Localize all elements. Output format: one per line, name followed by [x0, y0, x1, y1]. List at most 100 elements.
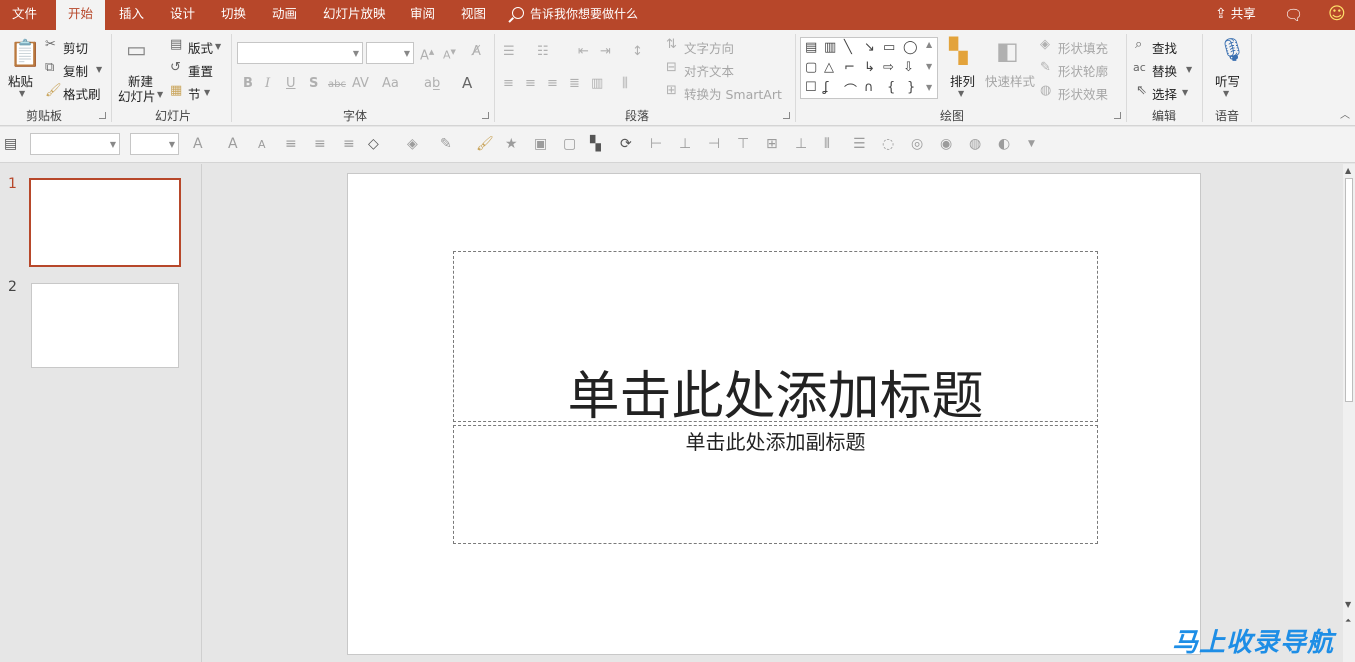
- section-dropdown-icon[interactable]: ▼: [204, 88, 210, 97]
- increase-font-icon[interactable]: A▲: [420, 45, 434, 63]
- grow-font-mini-icon[interactable]: A: [228, 136, 238, 152]
- vertical-textbox-shape-icon[interactable]: ▥: [824, 40, 836, 55]
- down-arrow-shape-icon[interactable]: ⇩: [903, 60, 914, 75]
- quick-styles-button[interactable]: 快速样式: [985, 71, 1035, 90]
- union-icon[interactable]: ◎: [911, 136, 923, 152]
- align-right-objects-icon[interactable]: ⊣: [708, 136, 720, 152]
- gallery-up-icon[interactable]: ▲: [926, 40, 932, 49]
- font-color-icon[interactable]: A: [462, 76, 472, 91]
- shadow-button[interactable]: S: [309, 77, 318, 91]
- distribute-vertical-icon[interactable]: ☰: [853, 136, 866, 152]
- tab-view[interactable]: 视图: [461, 0, 486, 30]
- paste-button[interactable]: 粘贴: [8, 71, 33, 90]
- line-shape-icon[interactable]: ╲: [844, 40, 852, 55]
- arrange-dropdown-icon[interactable]: ▼: [958, 89, 964, 98]
- align-center-icon[interactable]: ≡: [525, 77, 536, 91]
- arc-shape-icon[interactable]: ⌒: [844, 80, 857, 99]
- tab-animations[interactable]: 动画: [272, 0, 297, 30]
- align-text-button[interactable]: 对齐文本: [684, 61, 734, 80]
- scroll-up-icon[interactable]: ▲: [1345, 166, 1351, 175]
- new-slide-dropdown-icon[interactable]: ▼: [157, 90, 163, 99]
- select-dropdown-icon[interactable]: ▼: [1182, 88, 1188, 97]
- copy-button[interactable]: 复制: [63, 61, 88, 80]
- find-button[interactable]: 查找: [1152, 38, 1177, 57]
- underline-button[interactable]: U: [286, 77, 296, 91]
- increase-indent-icon[interactable]: ⇥: [600, 45, 611, 59]
- slide-canvas[interactable]: 单击此处添加标题 单击此处添加副标题: [347, 173, 1201, 655]
- font-name-combo[interactable]: ▼: [237, 42, 363, 64]
- replace-dropdown-icon[interactable]: ▼: [1186, 65, 1192, 74]
- send-backward-icon[interactable]: ▢: [563, 136, 576, 152]
- distribute-horizontal-icon[interactable]: ⫴: [824, 136, 830, 152]
- align-middle-icon[interactable]: ⊞: [766, 136, 778, 152]
- gallery-more-icon[interactable]: ▼: [926, 83, 932, 92]
- fill-mini-icon[interactable]: ◈: [407, 136, 418, 152]
- merge-shapes-icon[interactable]: ◌: [882, 136, 894, 152]
- drawing-launcher-icon[interactable]: [1114, 112, 1121, 119]
- paste-dropdown-icon[interactable]: ▼: [19, 89, 25, 98]
- slide-thumbnail-1[interactable]: [29, 178, 181, 267]
- layout-dropdown-icon[interactable]: ▼: [215, 42, 221, 51]
- italic-button[interactable]: I: [265, 77, 270, 91]
- triangle-shape-icon[interactable]: △: [824, 60, 834, 75]
- format-painter-mini-icon[interactable]: 🖌: [476, 136, 494, 152]
- font-launcher-icon[interactable]: [482, 112, 489, 119]
- format-painter-button[interactable]: 格式刷: [63, 84, 101, 103]
- layout-button[interactable]: 版式: [188, 38, 213, 57]
- elbow-connector-shape-icon[interactable]: ⌐: [844, 60, 855, 75]
- distributed-icon[interactable]: ▥: [591, 77, 603, 91]
- decrease-indent-icon[interactable]: ⇤: [578, 45, 589, 59]
- animation-painter-icon[interactable]: ⟳: [620, 136, 632, 152]
- comments-icon[interactable]: 🗨: [1284, 6, 1303, 24]
- curve-shape-icon[interactable]: ∩: [864, 80, 874, 95]
- fragment-icon[interactable]: ◍: [969, 136, 981, 152]
- subtitle-placeholder[interactable]: 单击此处添加副标题: [453, 425, 1098, 544]
- selection-pane-icon[interactable]: ▚: [590, 136, 601, 152]
- align-center-objects-icon[interactable]: ⊥: [679, 136, 691, 152]
- shapes-gallery[interactable]: ▤ ▥ ╲ ↘ ▭ ◯ ▢ △ ⌐ ↳ ⇨ ⇩ ☐ ʆ ⌒ ∩ { } ▲ ▼ …: [800, 37, 938, 99]
- replace-button[interactable]: 替换: [1152, 61, 1177, 80]
- share-button[interactable]: ⇪ 共享: [1215, 0, 1256, 30]
- tab-design[interactable]: 设计: [170, 0, 195, 30]
- freeform-shape-icon[interactable]: ☐: [805, 80, 817, 95]
- shrink-font-mini-icon[interactable]: A: [258, 138, 266, 151]
- slide-thumbnail-2[interactable]: [31, 283, 179, 368]
- tell-me-search[interactable]: 告诉我你想要做什么: [512, 0, 638, 30]
- gallery-down-icon[interactable]: ▼: [926, 62, 932, 71]
- tab-file[interactable]: 文件: [12, 0, 37, 30]
- convert-smartart-button[interactable]: 转换为 SmartArt: [684, 84, 782, 103]
- arrow-line-shape-icon[interactable]: ↘: [864, 40, 875, 55]
- left-brace-shape-icon[interactable]: {: [887, 80, 895, 95]
- oval-shape-icon[interactable]: ◯: [903, 40, 918, 55]
- shape-effects-button[interactable]: 形状效果: [1058, 84, 1108, 103]
- elbow-arrow-shape-icon[interactable]: ↳: [864, 60, 875, 75]
- align-center-mini-icon[interactable]: ≡: [314, 136, 326, 152]
- copy-dropdown-icon[interactable]: ▼: [96, 65, 102, 74]
- dictate-button[interactable]: 听写: [1215, 71, 1240, 90]
- clipboard-launcher-icon[interactable]: [99, 112, 106, 119]
- numbering-icon[interactable]: ☷: [537, 45, 549, 59]
- align-bottom-icon[interactable]: ⊥: [795, 136, 807, 152]
- scroll-down-icon[interactable]: ▼: [1345, 600, 1351, 609]
- animation-mini-icon[interactable]: ★: [505, 136, 518, 152]
- intersect-icon[interactable]: ◐: [998, 136, 1010, 152]
- align-left-objects-icon[interactable]: ⊢: [650, 136, 662, 152]
- section-button[interactable]: 节: [188, 84, 201, 103]
- change-case-button[interactable]: Aa: [382, 77, 399, 91]
- dictate-dropdown-icon[interactable]: ▼: [1223, 89, 1229, 98]
- font-color-mini-icon[interactable]: A: [193, 136, 203, 152]
- right-arrow-shape-icon[interactable]: ⇨: [883, 60, 894, 75]
- align-right-mini-icon[interactable]: ≡: [343, 136, 355, 152]
- font-size-combo[interactable]: ▼: [366, 42, 414, 64]
- shape-outline-button[interactable]: 形状轮廓: [1058, 61, 1108, 80]
- rounded-rect-shape-icon[interactable]: ▢: [805, 60, 817, 75]
- tab-slideshow[interactable]: 幻灯片放映: [323, 0, 386, 30]
- scribble-shape-icon[interactable]: ʆ: [824, 80, 828, 95]
- shapes-mini-icon[interactable]: ◇: [368, 136, 379, 152]
- bold-button[interactable]: B: [243, 77, 253, 91]
- rectangle-shape-icon[interactable]: ▭: [883, 40, 895, 55]
- align-left-mini-icon[interactable]: ≡: [285, 136, 297, 152]
- tab-insert[interactable]: 插入: [119, 0, 144, 30]
- justify-icon[interactable]: ≣: [569, 77, 580, 91]
- arrange-button[interactable]: 排列: [950, 71, 975, 90]
